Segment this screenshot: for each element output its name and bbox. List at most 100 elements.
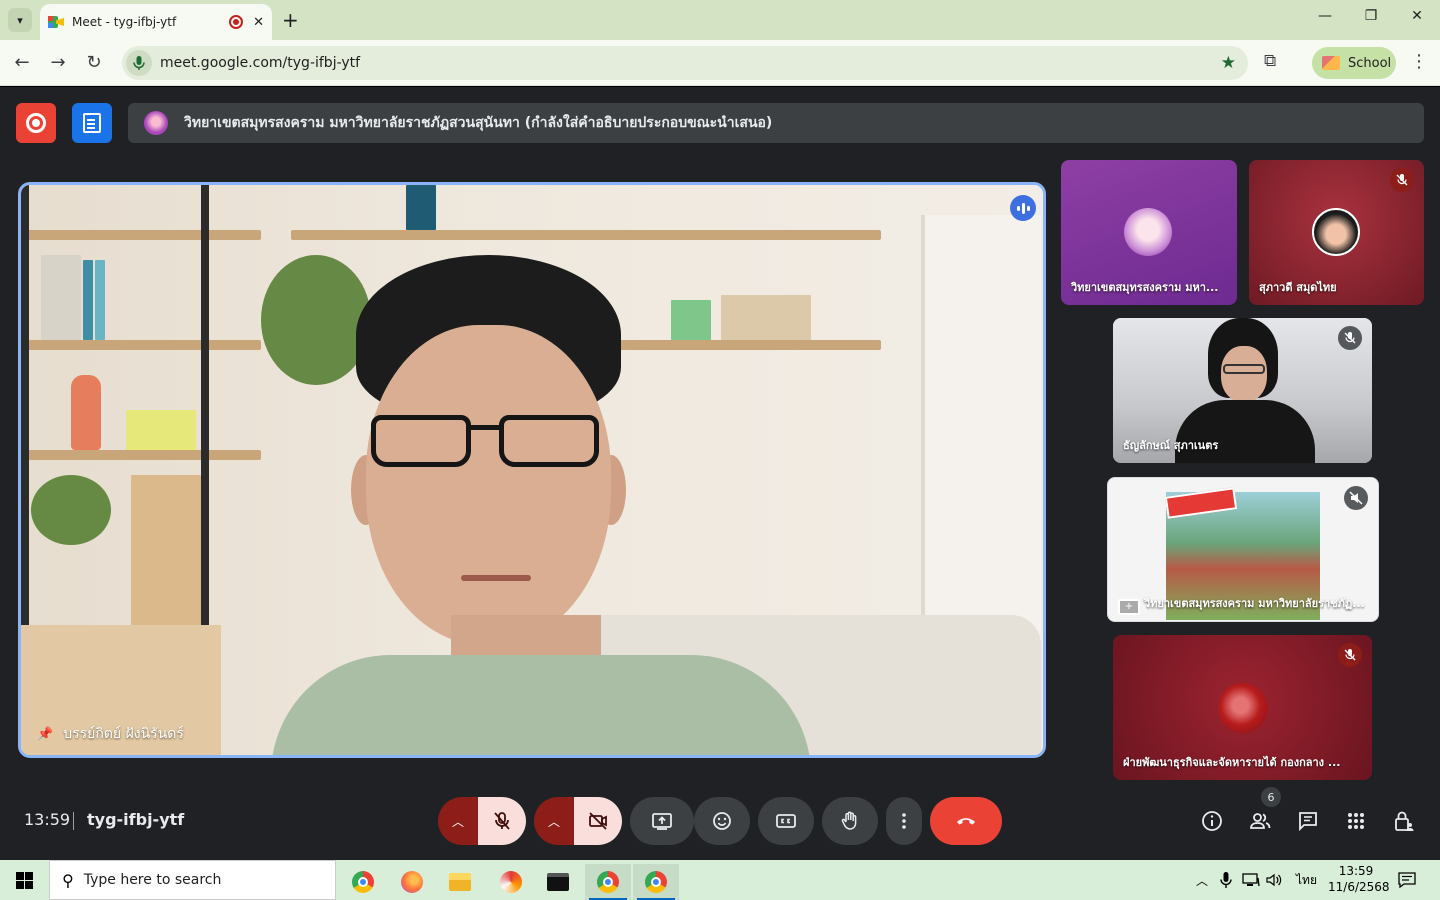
- presentation-tile[interactable]: + วิทยาเขตสมุทรสงคราม มหาวิทยาลัยราชภัฏ.…: [1107, 477, 1379, 622]
- app-swirl-icon: [500, 871, 522, 893]
- taskbar-app[interactable]: [488, 864, 534, 900]
- more-vertical-icon: [902, 813, 906, 829]
- microphone-toggle-button[interactable]: [478, 797, 526, 845]
- terminal-icon: [547, 873, 569, 891]
- mic-off-icon: [1390, 168, 1414, 192]
- taskbar-time: 13:59: [1338, 864, 1374, 878]
- address-bar[interactable]: meet.google.com/tyg-ifbj-ytf ★: [122, 46, 1248, 80]
- windows-start-icon[interactable]: [16, 872, 33, 889]
- camera-toggle-button[interactable]: [574, 797, 622, 845]
- present-screen-button[interactable]: [630, 797, 694, 845]
- windows-taskbar: ⚲ Type here to search ︿ ไทย 13:59 11/6/2…: [0, 860, 1440, 900]
- taskbar-terminal-app[interactable]: [535, 864, 581, 900]
- taskbar-firefox-app[interactable]: [389, 864, 435, 900]
- main-speaker-label: 📌 บรรย์กิตย์ ฝังนิรันดร์: [37, 723, 184, 745]
- microphone-tray-icon[interactable]: [1220, 860, 1232, 900]
- taskbar-chrome-active-app[interactable]: [633, 864, 679, 900]
- presenter-avatar: [144, 111, 168, 135]
- info-icon: [1202, 811, 1222, 831]
- taskbar-chrome-app[interactable]: [340, 864, 386, 900]
- activities-button[interactable]: [1342, 807, 1370, 835]
- audio-settings-button[interactable]: ︿: [438, 797, 478, 845]
- show-hidden-icons-button[interactable]: ︿: [1196, 860, 1208, 900]
- closed-captions-icon: [776, 814, 796, 828]
- raise-hand-icon: [841, 811, 857, 830]
- pin-icon[interactable]: 📌: [37, 727, 53, 742]
- browser-tab-meet[interactable]: Meet - tyg-ifbj-ytf ✕: [40, 4, 272, 40]
- search-icon: ⚲: [62, 870, 74, 890]
- participant-name: วิทยาเขตสมุทรสงคราม มหา...: [1071, 281, 1219, 294]
- taskbar-search-input[interactable]: ⚲ Type here to search: [49, 860, 336, 900]
- close-tab-button[interactable]: ✕: [253, 15, 264, 30]
- minimize-window-button[interactable]: —: [1310, 8, 1340, 24]
- input-language-indicator[interactable]: ไทย: [1296, 860, 1317, 900]
- participant-name: สุภาวดี สมุดไทย: [1259, 281, 1337, 294]
- back-arrow-icon[interactable]: ←: [10, 51, 34, 75]
- bookmark-star-icon[interactable]: ★: [1221, 53, 1236, 73]
- taskbar-file-explorer-app[interactable]: [437, 864, 483, 900]
- people-count-badge: 6: [1261, 787, 1281, 807]
- folder-icon: [449, 873, 471, 891]
- more-options-button[interactable]: [886, 797, 922, 845]
- hang-up-icon: [957, 818, 975, 825]
- present-screen-icon: [652, 813, 672, 830]
- apps-grid-icon: [1348, 813, 1364, 829]
- chevron-up-icon: ︿: [1196, 873, 1209, 888]
- meeting-details-button[interactable]: [1198, 807, 1226, 835]
- recording-button[interactable]: [16, 103, 56, 143]
- url-text: meet.google.com/tyg-ifbj-ytf: [160, 55, 361, 71]
- mic-off-icon: [494, 812, 510, 830]
- video-settings-button[interactable]: ︿: [534, 797, 574, 845]
- participant-avatar: [1124, 208, 1172, 256]
- main-speaker-tile[interactable]: 📌 บรรย์กิตย์ ฝังนิรันดร์: [18, 182, 1046, 758]
- notifications-button[interactable]: [1398, 860, 1416, 900]
- raise-hand-button[interactable]: [822, 797, 878, 845]
- take-notes-button[interactable]: [72, 103, 112, 143]
- presentation-banner-text: วิทยาเขตสมุทรสงคราม มหาวิทยาลัยราชภัฏสวน…: [184, 115, 773, 131]
- participant-tile[interactable]: สุภาวดี สมุดไทย: [1249, 160, 1424, 305]
- participant-tile[interactable]: วิทยาเขตสมุทรสงคราม มหา...: [1061, 160, 1237, 305]
- leave-call-button[interactable]: [930, 797, 1002, 845]
- forward-arrow-icon[interactable]: →: [46, 51, 70, 75]
- participant-avatar: [1312, 208, 1360, 256]
- taskbar-clock[interactable]: 13:59 11/6/2568: [1328, 863, 1390, 895]
- reload-icon[interactable]: ↻: [82, 51, 106, 75]
- participant-name: วิทยาเขตสมุทรสงคราม มหาวิทยาลัยราชภัฏ...: [1144, 597, 1365, 610]
- participant-tile[interactable]: ฝ่ายพัฒนาธุรกิจและจัดหารายได้ กองกลาง ..…: [1113, 635, 1372, 780]
- browser-toolbar: ← → ↻ meet.google.com/tyg-ifbj-ytf ★ ⧉ S…: [0, 40, 1440, 86]
- captions-button[interactable]: [758, 797, 814, 845]
- presentation-banner: วิทยาเขตสมุทรสงคราม มหาวิทยาลัยราชภัฏสวน…: [128, 103, 1424, 143]
- taskbar-chrome-profile-app[interactable]: [585, 864, 631, 900]
- chrome-profile-icon: [597, 871, 619, 893]
- notification-icon: [1398, 872, 1416, 888]
- browser-menu-icon[interactable]: ⋮: [1410, 51, 1428, 72]
- tab-search-button[interactable]: ▾: [8, 8, 32, 32]
- record-icon: [26, 113, 46, 133]
- meet-stage: วิทยาเขตสมุทรสงคราม มหาวิทยาลัยราชภัฏสวน…: [0, 87, 1440, 860]
- profile-avatar: [1322, 56, 1340, 70]
- firefox-icon: [401, 871, 423, 893]
- speaking-indicator-icon: [1010, 195, 1036, 221]
- recording-indicator-icon: [229, 15, 244, 29]
- host-controls-button[interactable]: [1390, 807, 1418, 835]
- close-window-button[interactable]: ✕: [1402, 8, 1432, 24]
- people-button[interactable]: [1246, 807, 1274, 835]
- chevron-up-icon: ︿: [451, 814, 464, 829]
- reactions-button[interactable]: [694, 797, 750, 845]
- volume-icon[interactable]: [1266, 860, 1282, 900]
- presentation-icon: +: [1118, 599, 1140, 615]
- extensions-puzzle-icon[interactable]: ⧉: [1264, 51, 1276, 71]
- new-tab-button[interactable]: +: [282, 8, 299, 32]
- mic-off-icon: [1338, 326, 1362, 350]
- google-meet-favicon-icon: [48, 14, 64, 30]
- chrome-icon: [352, 871, 374, 893]
- chat-button[interactable]: [1294, 807, 1322, 835]
- participant-name: ฝ่ายพัฒนาธุรกิจและจัดหารายได้ กองกลาง ..…: [1123, 756, 1341, 769]
- profile-chip[interactable]: School: [1312, 47, 1396, 79]
- microphone-in-use-icon[interactable]: [126, 50, 152, 76]
- profile-label: School: [1348, 55, 1392, 71]
- maximize-window-button[interactable]: ❐: [1356, 8, 1386, 24]
- participant-tile[interactable]: ธัญลักษณ์ สุภาเนตร: [1113, 318, 1372, 463]
- meeting-code: tyg-ifbj-ytf: [87, 810, 185, 829]
- network-icon[interactable]: [1242, 860, 1260, 900]
